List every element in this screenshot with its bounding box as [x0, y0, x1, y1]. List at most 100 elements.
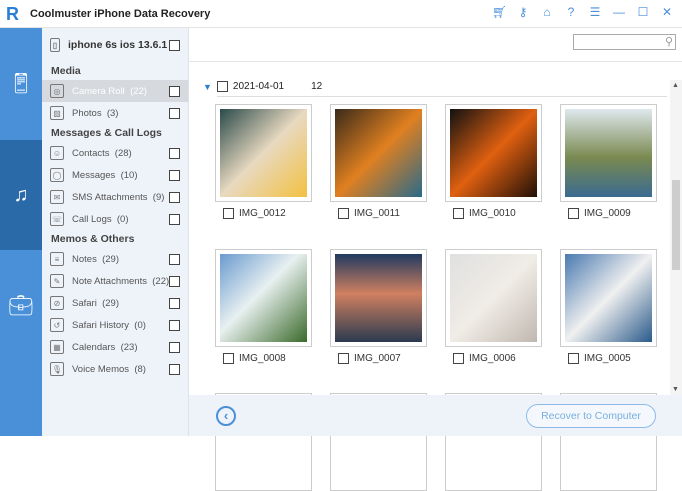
close-icon[interactable]: ✕ [660, 5, 674, 19]
item-checkbox[interactable] [169, 213, 180, 225]
image-checkbox[interactable] [453, 208, 464, 219]
sidebar-item-contacts[interactable]: ☺ Contacts (28) [42, 142, 188, 164]
content-area: ⚲ ▼ 2021-04-01 12 IMG_0012 IMG_0011 IMG_00… [189, 28, 682, 491]
scroll-up-icon[interactable]: ▲ [672, 82, 679, 89]
image-thumbnail[interactable] [330, 104, 427, 202]
item-checkbox[interactable] [169, 341, 180, 353]
image-tile[interactable]: IMG_0006 [445, 249, 542, 364]
key-icon[interactable]: ⚷ [516, 5, 530, 19]
image-checkbox[interactable] [453, 353, 464, 364]
search-icon: ⚲ [664, 36, 673, 48]
cart-icon[interactable]: 🛒︎ [492, 5, 507, 19]
item-label: Safari History [72, 319, 130, 331]
microphone-icon: 🎙︎ [50, 362, 64, 376]
image-tile[interactable]: IMG_0005 [560, 249, 657, 364]
image-tile[interactable]: IMG_0011 [330, 104, 427, 219]
messages-icon: ◯ [50, 168, 64, 182]
item-checkbox[interactable] [169, 107, 180, 119]
sidebar-item-voice-memos[interactable]: 🎙︎ Voice Memos (8) [42, 358, 188, 380]
sidebar-item-note-attachments[interactable]: ✎ Note Attachments (22) [42, 270, 188, 292]
collapse-icon[interactable]: ▼ [203, 82, 212, 92]
image-thumbnail[interactable] [560, 104, 657, 202]
toolbox-icon: 💼︎ [8, 294, 34, 317]
scrollbar[interactable]: ▲ ▼ [670, 80, 682, 395]
item-count: (29) [102, 297, 120, 309]
image-tile[interactable]: IMG_0007 [330, 249, 427, 364]
item-checkbox[interactable] [169, 363, 180, 375]
item-label: Contacts [72, 147, 110, 159]
image-checkbox[interactable] [223, 208, 234, 219]
home-icon[interactable]: ⌂ [540, 5, 554, 19]
image-tile[interactable]: IMG_0010 [445, 104, 542, 219]
item-checkbox[interactable] [169, 147, 180, 159]
sidebar-item-calendars[interactable]: ▦ Calendars (23) [42, 336, 188, 358]
image-checkbox[interactable] [223, 353, 234, 364]
item-checkbox[interactable] [169, 191, 180, 203]
contacts-icon: ☺ [50, 146, 64, 160]
item-label: Notes [72, 253, 97, 265]
nav-itunes-recovery[interactable]: ♫ [0, 140, 42, 250]
image-tile[interactable]: IMG_0012 [215, 104, 312, 219]
image-checkbox[interactable] [568, 208, 579, 219]
app-title: Coolmuster iPhone Data Recovery [30, 8, 211, 20]
sidebar-item-safari[interactable]: ⊘ Safari (29) [42, 292, 188, 314]
date-group-checkbox[interactable] [216, 81, 228, 92]
scroll-down-icon[interactable]: ▼ [672, 386, 679, 393]
call-log-icon: ☏ [50, 212, 64, 226]
nav-toolbox[interactable]: 💼︎ [0, 250, 42, 360]
item-label: SMS Attachments [72, 191, 148, 203]
nav-ios-recovery[interactable]: 📱︎ [0, 28, 42, 138]
image-thumbnail[interactable] [445, 249, 542, 347]
device-checkbox[interactable] [169, 39, 180, 51]
history-icon: ↺ [50, 318, 64, 332]
image-thumbnail[interactable] [560, 249, 657, 347]
image-thumbnail[interactable] [215, 249, 312, 347]
calendar-icon: ▦ [50, 340, 64, 354]
minimize-icon[interactable]: — [612, 5, 626, 19]
sidebar-item-sms-attachments[interactable]: ✉ SMS Attachments (9) [42, 186, 188, 208]
help-icon[interactable]: ? [564, 5, 578, 19]
image-tile[interactable]: IMG_0009 [560, 104, 657, 219]
item-label: Messages [72, 169, 116, 181]
feedback-icon[interactable]: ☰ [588, 5, 602, 19]
item-label: Camera Roll [72, 85, 125, 97]
back-button[interactable]: ‹ [216, 406, 236, 426]
image-checkbox[interactable] [338, 353, 349, 364]
item-label: Note Attachments [72, 275, 147, 287]
image-name: IMG_0009 [584, 208, 631, 219]
maximize-icon[interactable]: ☐ [636, 5, 650, 19]
iphone-icon: ▯ [50, 38, 60, 52]
image-thumbnail[interactable] [330, 249, 427, 347]
image-name: IMG_0011 [354, 208, 400, 219]
sidebar-item-safari-history[interactable]: ↺ Safari History (0) [42, 314, 188, 336]
section-heading: Media [51, 65, 81, 77]
image-name: IMG_0005 [584, 353, 631, 364]
item-checkbox[interactable] [169, 275, 180, 287]
item-checkbox[interactable] [169, 85, 180, 97]
sidebar-item-notes[interactable]: ≡ Notes (29) [42, 248, 188, 270]
image-name: IMG_0008 [239, 353, 286, 364]
image-thumbnail[interactable] [445, 104, 542, 202]
image-name: IMG_0012 [239, 208, 286, 219]
item-checkbox[interactable] [169, 253, 180, 265]
item-checkbox[interactable] [169, 169, 180, 181]
image-tile[interactable]: IMG_0008 [215, 249, 312, 364]
image-thumbnail[interactable] [215, 104, 312, 202]
sidebar-item-camera-roll[interactable]: ◎ Camera Roll (22) [42, 80, 188, 102]
device-item[interactable]: ▯ iphone 6s ios 13.6.1 [42, 28, 188, 62]
note-attachment-icon: ✎ [50, 274, 64, 288]
sidebar-item-photos[interactable]: ▨ Photos (3) [42, 102, 188, 124]
mode-nav: 📱︎ ♫ 💼︎ [0, 28, 42, 436]
item-label: Photos [72, 107, 102, 119]
scrollbar-thumb[interactable] [672, 180, 680, 270]
sidebar-item-messages[interactable]: ◯ Messages (10) [42, 164, 188, 186]
recover-to-computer-button[interactable]: Recover to Computer [526, 404, 656, 428]
item-checkbox[interactable] [169, 319, 180, 331]
title-bar: R Coolmuster iPhone Data Recovery 🛒︎ ⚷ ⌂… [0, 0, 682, 28]
search-input[interactable]: ⚲ [573, 34, 676, 50]
image-checkbox[interactable] [338, 208, 349, 219]
sidebar-item-call-logs[interactable]: ☏ Call Logs (0) [42, 208, 188, 230]
section-heading: Messages & Call Logs [51, 127, 162, 139]
image-checkbox[interactable] [568, 353, 579, 364]
item-checkbox[interactable] [169, 297, 180, 309]
